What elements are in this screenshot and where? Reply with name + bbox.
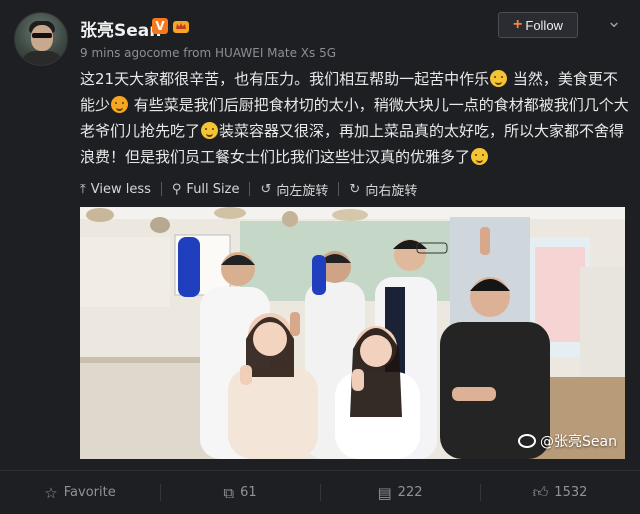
weibo-post-card: 张亮Sean V 9 mins agocome from HUAWEI Mate… — [0, 0, 640, 514]
search-icon: ⚲ — [171, 181, 182, 197]
like-button[interactable]: 👍︎ 1532 — [480, 471, 640, 514]
follow-button[interactable]: + Follow — [498, 12, 578, 38]
tongue-emoji-icon — [111, 96, 129, 113]
like-count: 1532 — [554, 485, 588, 500]
smile-emoji-icon — [471, 148, 489, 165]
wink-emoji-icon — [201, 122, 219, 139]
repost-button[interactable]: ⧉ 61 — [160, 471, 320, 514]
arrow-up-icon: ⤒ — [80, 181, 86, 197]
rotate-left-button[interactable]: ↺ 向左旋转 — [260, 180, 328, 199]
toolbar-divider — [249, 182, 251, 196]
post-photo[interactable]: @张亮Sean — [80, 207, 625, 459]
smile-emoji-icon — [490, 70, 508, 87]
post-text-segment: 这21天大家都很辛苦，也有压力。我们相互帮助一起苦中作乐 — [80, 70, 490, 88]
rotate-right-label: 向右旋转 — [365, 183, 418, 199]
favorite-button[interactable]: ☆ Favorite — [0, 471, 160, 514]
chevron-down-icon[interactable]: ⌄ — [604, 13, 624, 34]
rotate-left-icon: ↺ — [260, 181, 272, 197]
star-icon: ☆ — [44, 483, 58, 502]
repost-count: 61 — [240, 485, 257, 500]
photo-watermark: @张亮Sean — [518, 431, 617, 451]
full-size-button[interactable]: ⚲ Full Size — [172, 182, 240, 197]
member-crown-icon — [173, 21, 189, 33]
post-action-bar: ☆ Favorite ⧉ 61 ▤ 222 👍︎ 1532 — [0, 471, 640, 514]
rotate-right-button[interactable]: ↻ 向右旋转 — [349, 180, 417, 199]
user-name[interactable]: 张亮Sean — [80, 16, 161, 41]
thumbs-up-icon: 👍︎ — [532, 483, 549, 501]
avatar[interactable] — [14, 12, 68, 66]
toolbar-divider — [160, 182, 162, 196]
weibo-logo-icon — [518, 434, 537, 448]
plus-icon: + — [513, 16, 523, 33]
view-less-button[interactable]: ⤒ View less — [80, 182, 151, 197]
full-size-label: Full Size — [186, 181, 240, 197]
comment-count: 222 — [397, 485, 423, 500]
comment-button[interactable]: ▤ 222 — [320, 471, 480, 514]
comment-icon: ▤ — [377, 483, 392, 502]
rotate-left-label: 向左旋转 — [276, 183, 329, 199]
toolbar-divider — [338, 182, 340, 196]
rotate-right-icon: ↻ — [349, 181, 361, 197]
group-photo-illustration — [80, 207, 625, 459]
view-less-label: View less — [90, 181, 151, 197]
favorite-label: Favorite — [63, 485, 116, 500]
verified-badge-icon: V — [152, 18, 168, 34]
post-text: 这21天大家都很辛苦，也有压力。我们相互帮助一起苦中作乐 当然，美食更不能少 有… — [80, 66, 630, 170]
repost-icon: ⧉ — [223, 483, 235, 502]
follow-label: Follow — [525, 17, 563, 33]
post-meta: 9 mins agocome from HUAWEI Mate Xs 5G — [80, 46, 337, 60]
image-toolbar: ⤒ View less ⚲ Full Size ↺ 向左旋转 ↻ 向右旋转 — [80, 178, 417, 200]
watermark-text: @张亮Sean — [540, 434, 617, 450]
